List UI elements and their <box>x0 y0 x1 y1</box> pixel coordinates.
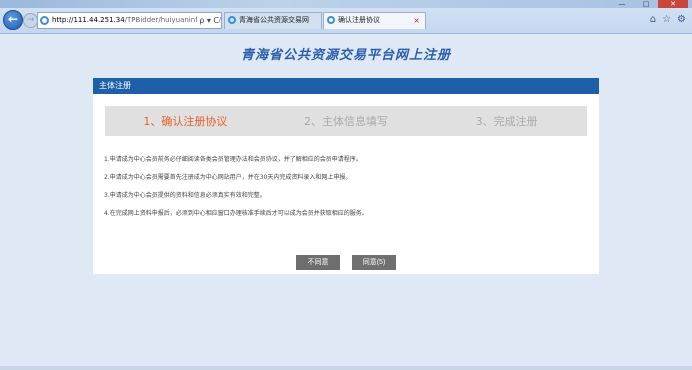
browser-chrome: — □ ✕ ← → http://111.44.251.34/TPBidder/… <box>0 0 692 34</box>
back-button[interactable]: ← <box>3 10 23 30</box>
gear-icon[interactable]: ⚙ <box>677 14 686 26</box>
maximize-button[interactable]: □ <box>634 0 658 8</box>
tab-home[interactable]: 青海省公共资源交易网 <box>224 12 322 29</box>
taskbar-edge <box>0 366 692 370</box>
term-item: 1.申请成为中心会员前务必仔细阅读各类会员管理办法和会员协议，并了解相应的会员申… <box>104 156 362 163</box>
tab-ie-icon <box>327 16 335 24</box>
browser-toolbar: ⌂ ☆ ⚙ <box>650 14 686 26</box>
window-controls: — □ ✕ <box>610 0 688 8</box>
forward-button[interactable]: → <box>23 13 38 28</box>
ie-page-icon <box>40 16 49 25</box>
step-confirm-agreement: 1、确认注册协议 <box>143 115 228 128</box>
close-tab-icon[interactable]: × <box>413 13 420 28</box>
tab-label: 确认注册协议 <box>338 16 380 24</box>
address-tools[interactable]: ρ ▾ C <box>197 13 219 28</box>
term-item: 4.在完成网上资料申报后，必须到中心相应窗口办理核准手续后才可以成为会员并获取相… <box>104 210 368 217</box>
tab-label: 青海省公共资源交易网 <box>239 16 309 24</box>
action-buttons: 不同意 同意(5) <box>0 255 692 270</box>
home-icon[interactable]: ⌂ <box>650 14 656 26</box>
step-complete: 3、完成注册 <box>475 115 538 128</box>
close-window-button[interactable]: ✕ <box>658 0 688 8</box>
window-titlebar: — □ ✕ <box>0 0 692 8</box>
step-fill-info: 2、主体信息填写 <box>304 115 388 128</box>
panel-header: 主体注册 <box>93 78 599 94</box>
agreement-terms: 1.申请成为中心会员前务必仔细阅读各类会员管理办法和会员协议，并了解相应的会员申… <box>104 156 594 228</box>
agree-button[interactable]: 同意(5) <box>352 255 396 270</box>
page-title: 青海省公共资源交易平台网上注册 <box>240 48 451 63</box>
address-host: http://111.44.251.34 <box>52 16 125 24</box>
registration-panel: 主体注册 1、确认注册协议 2、主体信息填写 3、完成注册 1.申请成为中心会员… <box>93 78 599 274</box>
star-icon[interactable]: ☆ <box>662 14 671 26</box>
term-item: 3.申请成为中心会员提供的资料和信息必须真实有效和完整。 <box>104 192 266 199</box>
tab-ie-icon <box>228 16 236 24</box>
tab-active[interactable]: 确认注册协议 × <box>323 12 426 29</box>
disagree-button[interactable]: 不同意 <box>296 255 340 270</box>
step-indicator: 1、确认注册协议 2、主体信息填写 3、完成注册 <box>105 106 587 136</box>
term-item: 2.申请成为中心会员需要首先注册成为中心网站用户，并在30天内完成资料录入和网上… <box>104 174 352 181</box>
minimize-button[interactable]: — <box>610 0 634 8</box>
address-bar[interactable]: http://111.44.251.34/TPBidder/huiyuaninf… <box>37 12 222 29</box>
